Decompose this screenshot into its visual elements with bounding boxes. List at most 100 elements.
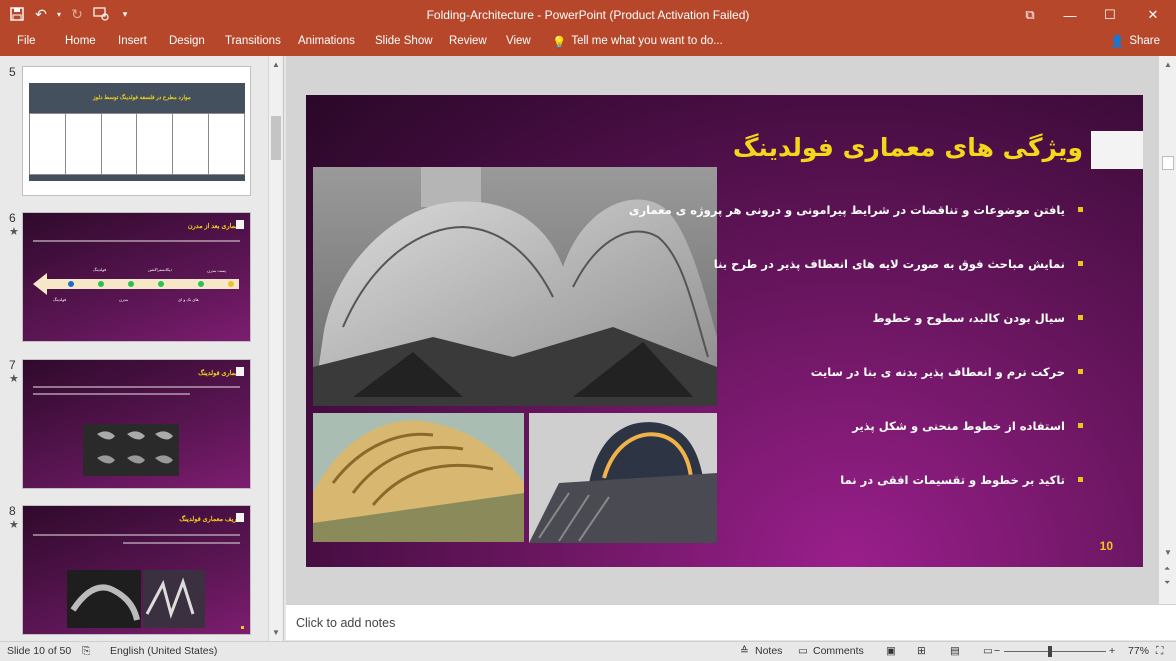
lightbulb-icon: 💡 — [552, 37, 567, 49]
editor-scrollbar[interactable]: ▲ ▼ ⏶ ⏷ — [1158, 56, 1176, 604]
share-button[interactable]: 👤 Share — [1110, 34, 1160, 48]
customize-toolbar-icon[interactable]: ▾ — [114, 3, 136, 25]
bullet-list[interactable]: یافتن موضوعات و تناقضات در شرایط پیرامون… — [629, 203, 1083, 527]
scroll-thumb[interactable] — [271, 116, 281, 160]
thumbnail-image — [83, 424, 179, 476]
zoom-slider[interactable] — [1004, 651, 1106, 652]
thumbnail-number: 7 — [9, 358, 16, 372]
slide-thumbnail-8[interactable]: تعریف معماری فولدینگ — [22, 505, 251, 635]
scroll-up-icon[interactable]: ▲ — [1164, 60, 1172, 69]
zoom-in-button[interactable]: + — [1109, 645, 1115, 657]
slide-title[interactable]: ویژگی های معماری فولدینگ — [733, 133, 1083, 162]
bullet-marker-icon — [1078, 261, 1083, 266]
title-accent-box — [1091, 131, 1143, 169]
language-indicator[interactable]: English (United States) — [110, 645, 217, 657]
tell-me-label: Tell me what you want to do... — [571, 35, 723, 47]
notes-placeholder[interactable]: Click to add notes — [296, 616, 395, 630]
thumbnail-number: 8 — [9, 504, 16, 518]
maximize-icon[interactable]: ☐ — [1090, 0, 1130, 30]
bullet-item: یافتن موضوعات و تناقضات در شرایط پیرامون… — [629, 203, 1083, 257]
thumbnail-table — [29, 113, 245, 175]
notes-pane[interactable]: Click to add notes — [286, 604, 1176, 640]
scroll-thumb[interactable] — [1162, 156, 1174, 170]
tab-view[interactable]: View — [506, 35, 531, 47]
slide-editing-area: ویژگی های معماری فولدینگ یافتن موضوعات و… — [286, 56, 1160, 604]
thumbnail-scrollbar[interactable]: ▲ ▼ — [268, 56, 282, 641]
start-from-beginning-icon[interactable] — [90, 3, 112, 25]
tab-insert[interactable]: Insert — [118, 35, 147, 47]
tab-file[interactable]: File — [17, 35, 36, 47]
status-bar: Slide 10 of 50 ⎘ English (United States)… — [0, 641, 1176, 661]
gold-model-photo[interactable] — [313, 413, 524, 542]
tab-transitions[interactable]: Transitions — [225, 35, 281, 47]
slide-thumbnail-pane[interactable]: 5 موارد مطرح در فلسفه فولدینگ توسط دلوز … — [0, 56, 284, 641]
animation-star-icon: ★ — [9, 519, 19, 531]
spell-check-icon[interactable]: ⎘ — [82, 645, 90, 658]
save-icon[interactable] — [6, 3, 28, 25]
bullet-marker-icon — [1078, 207, 1083, 212]
scroll-down-icon[interactable]: ▼ — [272, 628, 280, 637]
bullet-text: یافتن موضوعات و تناقضات در شرایط پیرامون… — [628, 203, 1065, 217]
next-slide-icon[interactable]: ⏷ — [1164, 578, 1170, 588]
bullet-text: حرکت نرم و انعطاف پذیر بدنه ی بنا در سای… — [810, 365, 1065, 379]
comments-icon[interactable]: ▭ — [798, 645, 808, 657]
fit-slide-icon[interactable]: ⛶ — [1156, 645, 1163, 658]
minimize-icon[interactable]: — — [1050, 0, 1090, 30]
dark-model-photo[interactable] — [529, 413, 717, 543]
ribbon-tab-bar: File Home Insert Design Transitions Anim… — [0, 30, 1176, 56]
quick-access-toolbar: ↶ ▾ ↻ ▾ — [6, 3, 136, 25]
scroll-down-icon[interactable]: ▼ — [1164, 548, 1172, 557]
slide-thumbnail-7[interactable]: معماری فولدینگ — [22, 359, 251, 489]
thumbnail-footer-band — [29, 175, 245, 181]
slide-thumbnail-6[interactable]: معماری بعد از مدرن پست مدرن فولدینگ دیکا… — [22, 212, 251, 342]
thumbnail-number: 6 — [9, 211, 16, 225]
slide-show-icon[interactable]: ▭ — [983, 645, 993, 657]
animation-star-icon: ★ — [9, 373, 19, 385]
thumbnail-image-left — [67, 570, 141, 628]
bullet-item: استفاده از خطوط منحنی و شکل پذیر — [705, 419, 1083, 473]
thumbnail-title: موارد مطرح در فلسفه فولدینگ توسط دلوز — [93, 95, 191, 101]
notes-toggle-button[interactable]: Notes — [755, 645, 782, 657]
comments-button[interactable]: Comments — [813, 645, 864, 657]
bullet-marker-icon — [1078, 477, 1083, 482]
thumbnail-title: معماری بعد از مدرن — [187, 223, 242, 230]
thumbnail-timeline-arrow — [33, 273, 239, 295]
redo-icon[interactable]: ↻ — [66, 3, 88, 25]
window-title: Folding-Architecture - PowerPoint (Produ… — [426, 8, 750, 22]
slide-thumbnail-5[interactable]: موارد مطرح در فلسفه فولدینگ توسط دلوز — [22, 66, 251, 196]
current-slide[interactable]: ویژگی های معماری فولدینگ یافتن موضوعات و… — [306, 95, 1143, 567]
tell-me-search[interactable]: 💡 Tell me what you want to do... — [552, 35, 723, 49]
bullet-marker-icon — [1078, 315, 1083, 320]
person-icon: 👤 — [1109, 36, 1125, 48]
tab-design[interactable]: Design — [169, 35, 205, 47]
bullet-marker-icon — [1078, 369, 1083, 374]
bullet-marker-icon — [1078, 423, 1083, 428]
thumbnail-number: 5 — [9, 65, 16, 79]
notes-toggle-icon[interactable]: ≙ — [740, 645, 749, 657]
tab-review[interactable]: Review — [449, 35, 487, 47]
bullet-item: نمایش مباحث فوق به صورت لایه های انعطاف … — [705, 257, 1083, 311]
share-label: Share — [1129, 35, 1160, 47]
zoom-slider-thumb[interactable] — [1048, 646, 1052, 657]
animation-star-icon: ★ — [9, 226, 19, 238]
zoom-out-button[interactable]: − — [994, 645, 1000, 657]
slide-sorter-icon[interactable]: ⊞ — [917, 645, 926, 657]
bullet-item: سیال بودن کالبد، سطوح و خطوط — [705, 311, 1083, 365]
tab-home[interactable]: Home — [65, 35, 96, 47]
close-icon[interactable]: ✕ — [1130, 0, 1176, 30]
bullet-text: سیال بودن کالبد، سطوح و خطوط — [872, 311, 1065, 325]
normal-view-icon[interactable]: ▣ — [886, 645, 896, 657]
tab-slide-show[interactable]: Slide Show — [375, 35, 433, 47]
undo-icon[interactable]: ↶ — [30, 3, 52, 25]
undo-dropdown-icon[interactable]: ▾ — [54, 3, 64, 25]
window-controls: ⧉ — ☐ ✕ — [1010, 0, 1176, 30]
slide-counter: Slide 10 of 50 — [7, 645, 72, 657]
bullet-item: تاکید بر خطوط و تقسیمات افقی در نما — [705, 473, 1083, 527]
tab-animations[interactable]: Animations — [298, 35, 355, 47]
bullet-item: حرکت نرم و انعطاف پذیر بدنه ی بنا در سای… — [705, 365, 1083, 419]
scroll-up-icon[interactable]: ▲ — [272, 60, 280, 69]
previous-slide-icon[interactable]: ⏶ — [1164, 564, 1170, 574]
reading-view-icon[interactable]: ▤ — [950, 645, 960, 657]
ribbon-display-options-icon[interactable]: ⧉ — [1010, 0, 1050, 30]
zoom-level[interactable]: 77% — [1128, 645, 1149, 657]
